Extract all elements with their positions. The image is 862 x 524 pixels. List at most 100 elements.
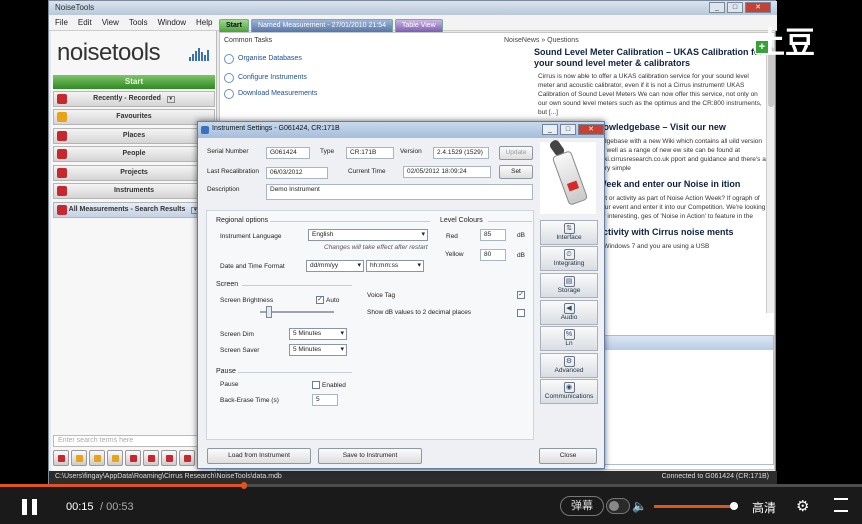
integrating-button[interactable]: ⏲ Integrating <box>540 246 598 271</box>
add-document-icon[interactable] <box>161 450 177 466</box>
auto-brightness-checkbox[interactable]: ✓ <box>316 296 324 304</box>
maximize-icon[interactable]: □ <box>560 124 576 135</box>
advanced-button[interactable]: ⚙ Advanced <box>540 353 598 378</box>
percent-icon: % <box>563 329 575 340</box>
red-level-field[interactable]: 85 <box>480 229 506 241</box>
instrument-language-select[interactable]: English <box>308 229 428 241</box>
save-to-instrument-button[interactable]: Save to Instrument <box>318 448 422 464</box>
nav-item-recently-recorded[interactable]: Recently - Recorded ▾ <box>53 91 215 107</box>
new-measurement-icon[interactable] <box>53 450 69 466</box>
configure-instruments-link[interactable]: Configure Instruments <box>238 74 307 81</box>
type-field[interactable]: CR:171B <box>346 147 394 159</box>
video-progress-bar[interactable] <box>0 482 862 489</box>
download-measurements-link[interactable]: Download Measurements <box>238 90 317 97</box>
tab-start[interactable]: Start <box>219 19 249 32</box>
menu-window[interactable]: Window <box>158 18 186 27</box>
danmu-button[interactable]: 弹幕 <box>560 496 604 516</box>
nav-item-label: Recently - Recorded <box>93 95 161 102</box>
search-input[interactable]: Enter search terms here <box>53 435 215 447</box>
menu-file[interactable]: File <box>55 18 68 27</box>
screen-dim-select[interactable]: 5 Minutes <box>289 328 347 340</box>
folder-icon[interactable] <box>89 450 105 466</box>
tab-named-measurement[interactable]: Named Measurement - 27/01/2010 21:54 <box>250 19 393 32</box>
settings-gear-icon[interactable]: ⚙ <box>796 497 809 515</box>
nav-item-instruments[interactable]: Instruments <box>53 183 215 199</box>
status-bar: C:\Users\fingay\AppData\Roaming\Cirrus R… <box>49 471 777 484</box>
start-bar[interactable]: Start <box>53 75 215 89</box>
volume-icon[interactable]: 🔈 <box>632 499 647 513</box>
add-item-icon[interactable] <box>179 450 195 466</box>
nav-item-projects[interactable]: Projects <box>53 165 215 181</box>
minimize-button[interactable]: _ <box>709 2 725 13</box>
interface-button[interactable]: ⇅ Interface <box>540 220 598 245</box>
news-scrollbar[interactable] <box>766 37 774 313</box>
close-button[interactable]: Close <box>539 448 597 464</box>
last-recalibration-field[interactable]: 06/03/2012 <box>266 167 328 179</box>
communications-button[interactable]: ◉ Communications <box>540 379 598 404</box>
screen-saver-select[interactable]: 5 Minutes <box>289 344 347 356</box>
volume-slider[interactable] <box>654 502 738 510</box>
interface-icon: ⇅ <box>563 223 575 234</box>
volume-knob[interactable] <box>729 502 738 510</box>
current-time-field[interactable]: 02/05/2012 18:09:24 <box>403 166 491 178</box>
decimal-places-checkbox[interactable] <box>517 309 525 317</box>
fullscreen-icon[interactable] <box>834 498 848 512</box>
tab-table-view[interactable]: Table View <box>394 19 443 32</box>
menu-tools[interactable]: Tools <box>129 18 148 27</box>
nav-item-label: Favourites <box>116 113 152 120</box>
date-format-select[interactable]: dd/mm/yy <box>306 260 364 272</box>
quality-button[interactable]: 高清 <box>752 499 776 516</box>
group-divider <box>242 285 352 286</box>
load-from-instrument-button[interactable]: Load from Instrument <box>207 448 311 464</box>
back-erase-stepper[interactable]: 5 <box>312 394 338 406</box>
danmu-toggle[interactable] <box>606 498 630 514</box>
side-button-label: Advanced <box>554 367 584 374</box>
star-icon[interactable] <box>71 450 87 466</box>
app-icon <box>201 126 209 134</box>
pause-enabled-checkbox[interactable] <box>312 381 320 389</box>
minimize-icon[interactable]: _ <box>542 124 558 135</box>
person-icon <box>57 149 67 159</box>
nav-item-favourites[interactable]: Favourites <box>53 109 215 125</box>
news-title[interactable]: Week and enter our Noise in ition <box>598 179 766 190</box>
person-icon[interactable] <box>143 450 159 466</box>
volume-fill <box>654 505 734 508</box>
screen-heading: Screen <box>216 281 239 288</box>
close-window-button[interactable]: ✕ <box>745 2 771 13</box>
update-button[interactable]: Update <box>499 146 533 160</box>
progress-knob[interactable] <box>240 482 247 489</box>
description-field[interactable]: Demo Instrument <box>266 184 533 200</box>
audio-button[interactable]: ◀ Audio <box>540 300 598 325</box>
menu-help[interactable]: Help <box>196 18 212 27</box>
gear-icon: ⚙ <box>563 356 575 367</box>
close-icon[interactable]: ✕ <box>578 124 604 135</box>
maximize-button[interactable]: □ <box>727 2 743 13</box>
news-title[interactable]: Sound Level Meter Calibration – UKAS Cal… <box>534 47 766 69</box>
menu-view[interactable]: View <box>102 18 119 27</box>
version-field[interactable]: 2.4.1529 (1529) <box>433 147 489 159</box>
storage-button[interactable]: ▤ Storage <box>540 273 598 298</box>
time-format-select[interactable]: hh:mm:ss <box>366 260 424 272</box>
serial-number-field[interactable]: G061424 <box>266 147 310 159</box>
brightness-slider-thumb[interactable] <box>266 306 272 318</box>
pause-button[interactable] <box>22 499 38 515</box>
dropdown-arrow-icon[interactable]: ▾ <box>166 96 175 103</box>
home-icon[interactable] <box>125 450 141 466</box>
nav-item-all-measurements[interactable]: All Measurements - Search Results ▾ <box>53 202 215 218</box>
organise-databases-link[interactable]: Organise Databases <box>238 55 302 62</box>
set-time-button[interactable]: Set <box>499 165 533 179</box>
voice-tag-checkbox[interactable]: ✓ <box>517 291 525 299</box>
nav-item-people[interactable]: People <box>53 146 215 162</box>
yellow-level-field[interactable]: 80 <box>480 249 506 261</box>
news-title[interactable]: nowledgebase – Visit our new <box>598 122 766 133</box>
news-heading: NoiseNews » Questions <box>504 37 579 44</box>
menu-edit[interactable]: Edit <box>78 18 92 27</box>
connection-status: Connected to G061424 (CR:171B) <box>661 473 769 480</box>
last-recalibration-label: Last Recalibration <box>207 168 260 175</box>
nav-item-places[interactable]: Places <box>53 128 215 144</box>
star-icon <box>57 112 67 122</box>
document-icon <box>57 168 67 178</box>
ln-button[interactable]: % Ln <box>540 326 598 351</box>
open-icon[interactable] <box>107 450 123 466</box>
news-title[interactable]: ectivity with Cirrus noise ments <box>598 227 766 238</box>
